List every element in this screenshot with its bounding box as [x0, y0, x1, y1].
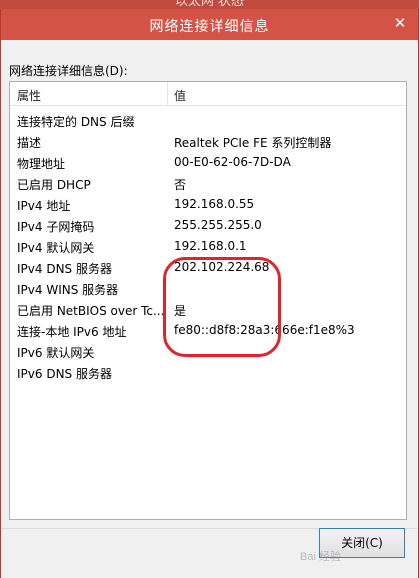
background-window-title: 以太网 状态	[174, 0, 245, 9]
row-property: 连接特定的 DNS 后缀	[17, 115, 135, 129]
row-property: IPv4 地址	[17, 199, 71, 213]
column-divider[interactable]	[167, 82, 168, 106]
listview-header: 属性 值	[10, 82, 406, 106]
row-property: IPv4 子网掩码	[17, 220, 95, 234]
background-window-titlebar: 以太网 状态	[0, 0, 419, 9]
dialog-titlebar: 网络连接详细信息 ✕	[1, 9, 418, 40]
table-row[interactable]: 描述 Realtek PCIe FE 系列控制器	[10, 131, 406, 152]
row-value: fe80::d8f8:28a3:666e:f1e8%3	[174, 323, 355, 337]
details-rows: 连接特定的 DNS 后缀 描述 Realtek PCIe FE 系列控制器 物理地…	[10, 110, 406, 383]
row-property: 物理地址	[17, 157, 66, 171]
column-header-value[interactable]: 值	[174, 87, 186, 104]
table-row[interactable]: IPv6 DNS 服务器	[10, 362, 406, 383]
row-property: 描述	[17, 136, 42, 150]
row-property: 已启用 NetBIOS over Tc...	[17, 304, 165, 318]
column-header-property[interactable]: 属性	[17, 87, 41, 104]
table-row[interactable]: 已启用 NetBIOS over Tc... 是	[10, 299, 406, 320]
table-row[interactable]: IPv4 DNS 服务器 202.102.224.68	[10, 257, 406, 278]
close-button-label: 关闭(C)	[341, 536, 383, 550]
details-listview[interactable]: 属性 值 连接特定的 DNS 后缀 描述 Realtek PCIe FE 系列控制…	[9, 81, 407, 520]
table-row[interactable]: 连接-本地 IPv6 地址 fe80::d8f8:28a3:666e:f1e8%3	[10, 320, 406, 341]
row-value: Realtek PCIe FE 系列控制器	[174, 136, 332, 150]
row-property: 已启用 DHCP	[17, 178, 91, 192]
network-connection-details-dialog: 网络连接详细信息 ✕ 网络连接详细信息(D): 属性 值 连接特定的 DNS 后…	[0, 9, 419, 578]
details-list-label: 网络连接详细信息(D):	[9, 64, 128, 78]
row-value: 192.168.0.55	[174, 197, 255, 211]
table-row[interactable]: 连接特定的 DNS 后缀	[10, 110, 406, 131]
table-row[interactable]: 物理地址 00-E0-62-06-7D-DA	[10, 152, 406, 173]
row-value: 否	[174, 178, 187, 192]
table-row[interactable]: IPv4 WINS 服务器	[10, 278, 406, 299]
row-property: IPv4 WINS 服务器	[17, 283, 119, 297]
row-value: 是	[174, 304, 187, 318]
row-property: IPv6 DNS 服务器	[17, 367, 112, 381]
row-property: 连接-本地 IPv6 地址	[17, 325, 127, 339]
row-property: IPv4 默认网关	[17, 241, 95, 255]
dialog-title: 网络连接详细信息	[149, 19, 270, 35]
row-value: 202.102.224.68	[174, 260, 270, 274]
table-row[interactable]: IPv4 子网掩码 255.255.255.0	[10, 215, 406, 236]
table-row[interactable]: 已启用 DHCP 否	[10, 173, 406, 194]
table-row[interactable]: IPv4 地址 192.168.0.55	[10, 194, 406, 215]
row-value: 192.168.0.1	[174, 239, 247, 253]
table-row[interactable]: IPv6 默认网关	[10, 341, 406, 362]
row-property: IPv4 DNS 服务器	[17, 262, 112, 276]
close-icon[interactable]: ✕	[388, 12, 412, 34]
close-button[interactable]: 关闭(C)	[319, 528, 405, 558]
row-value: 255.255.255.0	[174, 218, 262, 232]
row-property: IPv6 默认网关	[17, 346, 95, 360]
row-value: 00-E0-62-06-7D-DA	[174, 155, 291, 169]
table-row[interactable]: IPv4 默认网关 192.168.0.1	[10, 236, 406, 257]
